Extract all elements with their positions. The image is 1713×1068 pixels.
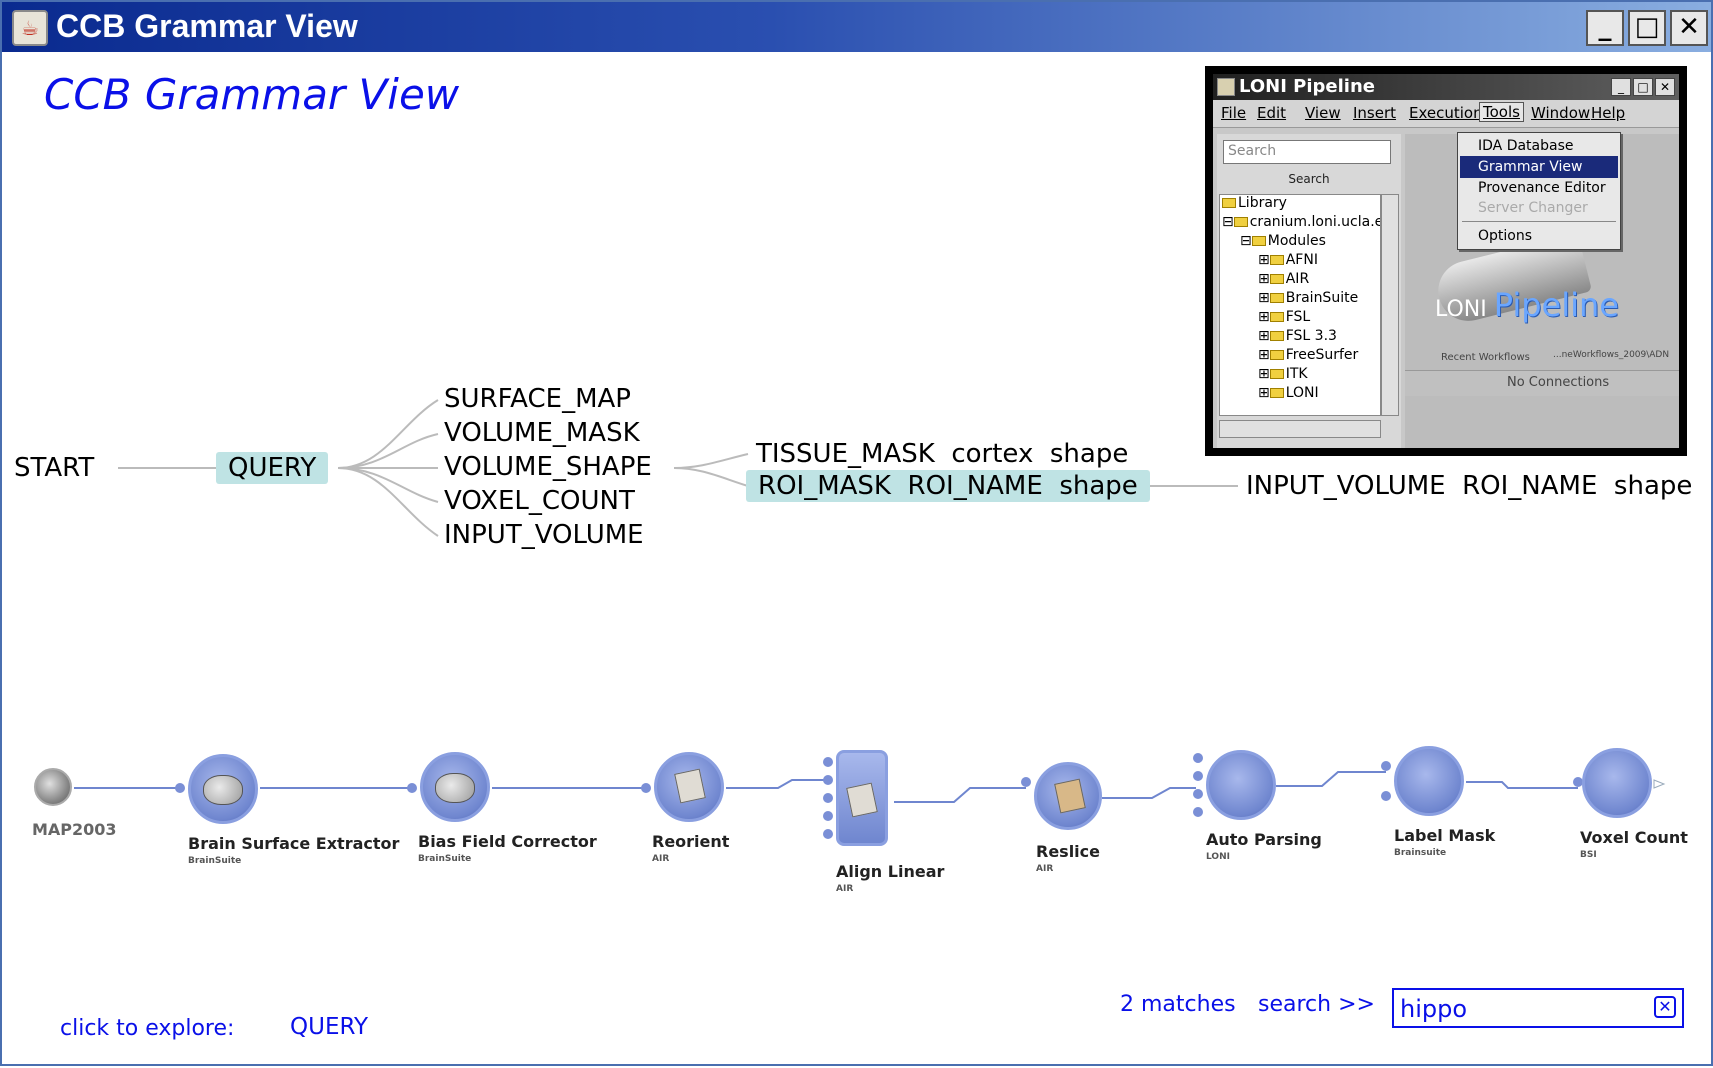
explore-target[interactable]: QUERY xyxy=(290,1014,368,1040)
module-source: AIR xyxy=(836,884,854,894)
match-count: 2 matches xyxy=(1120,992,1236,1017)
search-input[interactable] xyxy=(1400,994,1640,1024)
module-source: LONI xyxy=(1206,852,1230,862)
workflow-links xyxy=(74,753,1666,839)
module-name: Brain Surface Extractor xyxy=(188,834,400,853)
module-name: Reslice xyxy=(1036,842,1100,861)
module-name: Reorient xyxy=(652,832,730,851)
brain-icon xyxy=(435,773,475,803)
module-source: BrainSuite xyxy=(418,854,472,864)
module-source: BrainSuite xyxy=(188,856,242,866)
brain-icon xyxy=(203,775,243,805)
document-icon xyxy=(1054,778,1086,814)
reorient-node[interactable] xyxy=(654,752,724,822)
map2003-node[interactable] xyxy=(34,768,72,806)
module-name: MAP2003 xyxy=(32,820,117,839)
module-name: Voxel Count xyxy=(1580,828,1688,847)
module-name: Align Linear xyxy=(836,862,945,881)
module-name: Bias Field Corrector xyxy=(418,832,597,851)
explore-label: click to explore: xyxy=(60,1016,235,1041)
auto-parsing-node[interactable] xyxy=(1206,750,1276,820)
brain-surface-extractor-node[interactable] xyxy=(188,754,258,824)
reslice-node[interactable] xyxy=(1034,762,1102,830)
document-icon xyxy=(846,782,878,818)
search-button[interactable]: search >> xyxy=(1258,992,1375,1017)
search-box[interactable]: ✕ xyxy=(1392,988,1684,1028)
voxel-count-node[interactable] xyxy=(1582,748,1652,818)
module-source: AIR xyxy=(652,854,670,864)
module-name: Auto Parsing xyxy=(1206,830,1322,849)
label-mask-node[interactable] xyxy=(1394,746,1464,816)
document-icon xyxy=(674,768,706,804)
module-source: Brainsuite xyxy=(1394,848,1447,858)
align-linear-node[interactable] xyxy=(836,750,888,846)
module-name: Label Mask xyxy=(1394,826,1496,845)
bias-field-corrector-node[interactable] xyxy=(420,752,490,822)
module-source: AIR xyxy=(1036,864,1054,874)
module-source: BSI xyxy=(1580,850,1597,860)
grammar-view-window: ☕ CCB Grammar View _ □ ✕ CCB Grammar Vie… xyxy=(0,0,1713,1066)
clear-icon[interactable]: ✕ xyxy=(1654,996,1676,1018)
